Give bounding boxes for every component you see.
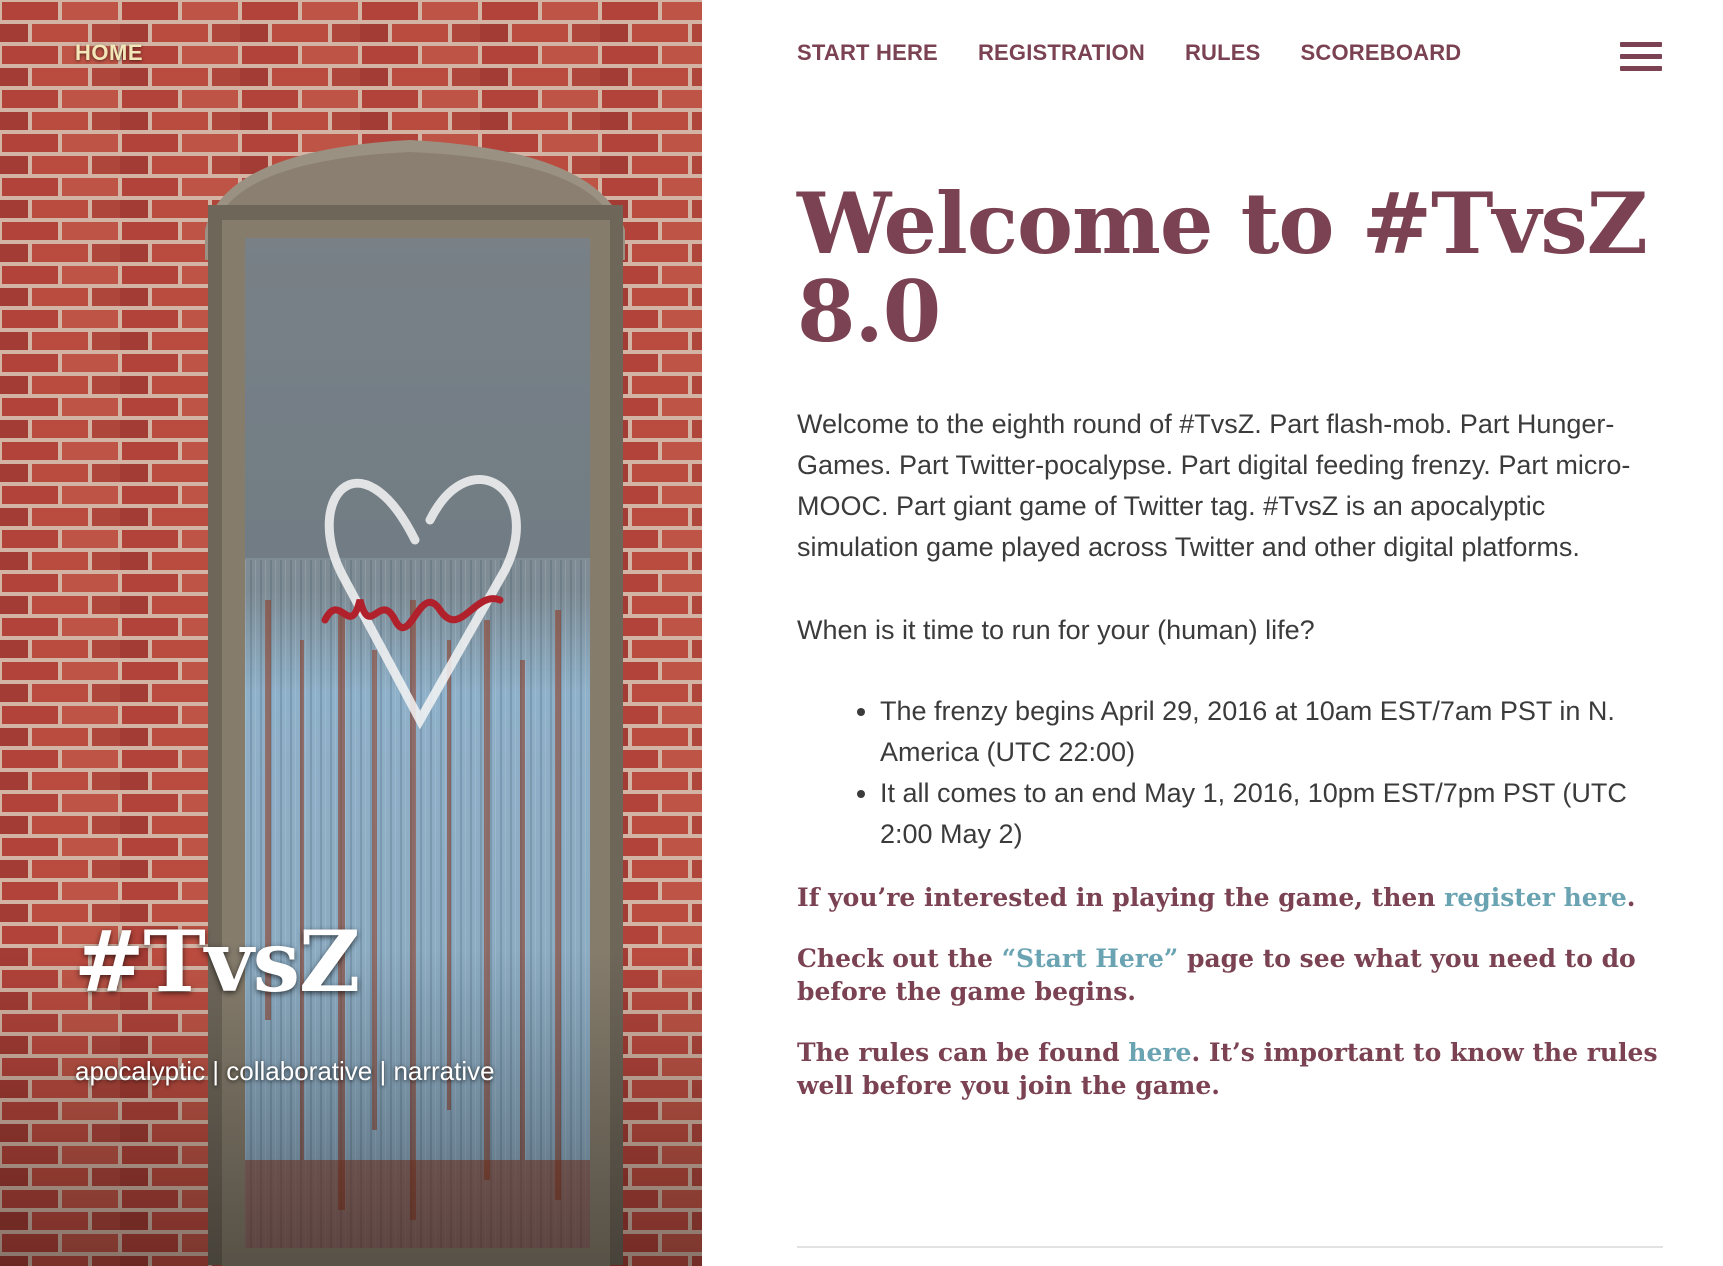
- rules-here-link[interactable]: here: [1128, 1038, 1191, 1067]
- main-content: Welcome to #TvsZ 8.0 Welcome to the eigh…: [797, 180, 1667, 1102]
- register-callout: If you’re interested in playing the game…: [797, 881, 1667, 914]
- menu-bar: [1620, 42, 1662, 47]
- list-item: It all comes to an end May 1, 2016, 10pm…: [880, 773, 1667, 855]
- list-item: The frenzy begins April 29, 2016 at 10am…: [880, 691, 1667, 773]
- nav-item-start-here[interactable]: START HERE: [797, 40, 938, 66]
- register-here-link[interactable]: register here: [1444, 883, 1627, 912]
- content-divider: [797, 1246, 1663, 1248]
- intro-paragraph: Welcome to the eighth round of #TvsZ. Pa…: [797, 409, 1631, 562]
- dates-list: The frenzy begins April 29, 2016 at 10am…: [797, 691, 1667, 855]
- hero-panel: HOME #TvsZ apocalyptic | collaborative |…: [0, 0, 702, 1266]
- site-tagline: apocalyptic | collaborative | narrative: [75, 1056, 495, 1086]
- hamburger-menu-icon[interactable]: [1620, 40, 1662, 74]
- nav-item-scoreboard[interactable]: SCOREBOARD: [1301, 40, 1462, 66]
- rules-callout: The rules can be found here. It’s import…: [797, 1036, 1667, 1102]
- site-title[interactable]: #TvsZ: [74, 912, 360, 1011]
- start-here-callout: Check out the “Start Here” page to see w…: [797, 942, 1667, 1008]
- nav-item-rules[interactable]: RULES: [1185, 40, 1261, 66]
- start-here-link[interactable]: “Start Here”: [1002, 944, 1179, 973]
- menu-bar: [1620, 66, 1662, 71]
- page-title: Welcome to #TvsZ 8.0: [797, 174, 1648, 361]
- register-text: If you’re interested in playing the game…: [797, 883, 1445, 912]
- home-link[interactable]: HOME: [75, 40, 143, 66]
- register-text-end: .: [1626, 883, 1636, 912]
- rules-text: The rules can be found: [797, 1038, 1129, 1067]
- question-paragraph: When is it time to run for your (human) …: [797, 615, 1315, 645]
- start-text: Check out the: [797, 944, 1002, 973]
- nav-item-registration[interactable]: REGISTRATION: [978, 40, 1145, 66]
- menu-bar: [1620, 54, 1662, 59]
- main-navigation: START HERE REGISTRATION RULES SCOREBOARD: [797, 40, 1461, 66]
